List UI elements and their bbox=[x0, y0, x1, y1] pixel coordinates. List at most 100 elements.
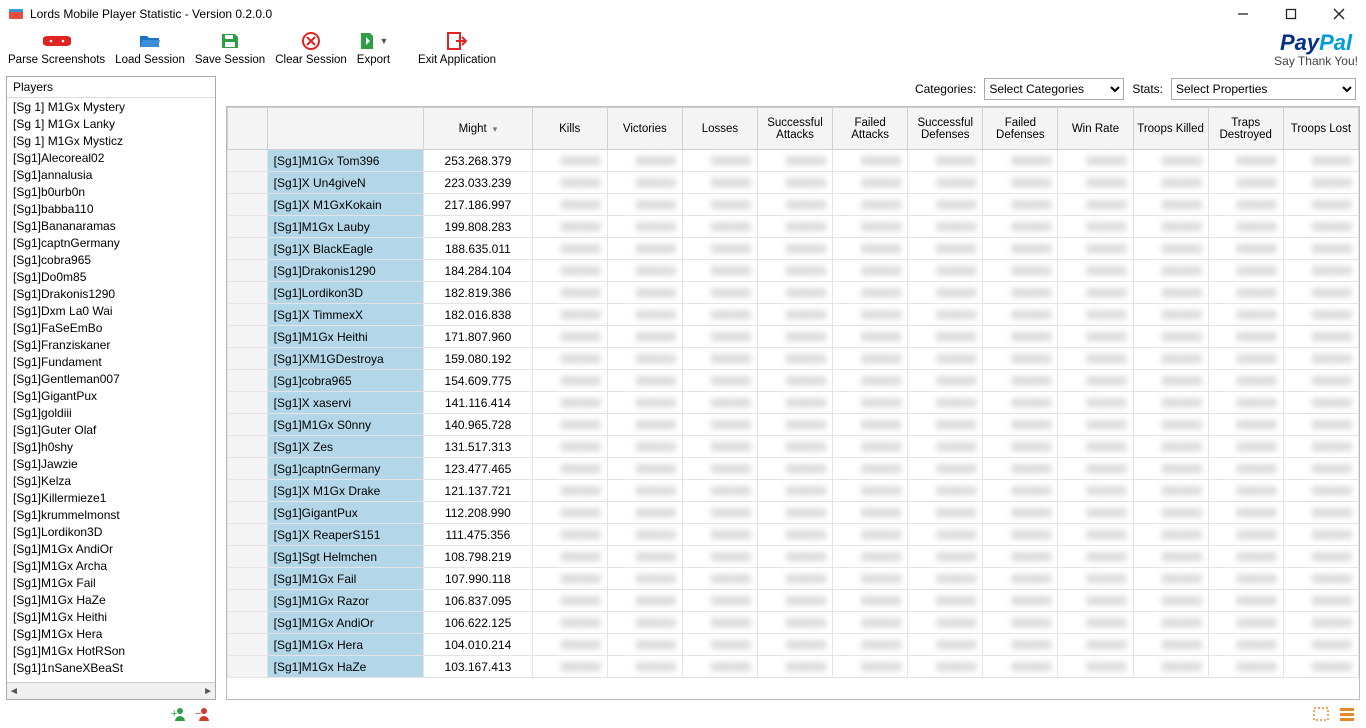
players-hscroll[interactable]: ◄► bbox=[7, 682, 215, 699]
list-item[interactable]: [Sg1]Kelza bbox=[7, 472, 215, 489]
player-name-cell[interactable]: [Sg1]XM1GDestroya bbox=[267, 348, 424, 370]
table-row[interactable]: [Sg1]M1Gx Tom396253.268.3790000000000000… bbox=[228, 150, 1359, 172]
player-name-cell[interactable]: [Sg1]M1Gx Hera bbox=[267, 634, 424, 656]
stats-select[interactable]: Select Properties bbox=[1171, 78, 1356, 100]
player-name-cell[interactable]: [Sg1]M1Gx Tom396 bbox=[267, 150, 424, 172]
list-item[interactable]: [Sg1]M1Gx HotRSon bbox=[7, 642, 215, 659]
column-header[interactable]: Troops Lost bbox=[1283, 108, 1358, 150]
column-header[interactable]: Failed Defenses bbox=[983, 108, 1058, 150]
list-item[interactable]: [Sg 1] M1Gx Mysticz bbox=[7, 132, 215, 149]
list-item[interactable]: [Sg1]goldiii bbox=[7, 404, 215, 421]
exit-application-button[interactable]: Exit Application bbox=[418, 30, 496, 66]
column-header[interactable]: Successful Defenses bbox=[908, 108, 983, 150]
table-row[interactable]: [Sg1]X ReaperS151111.475.356000000000000… bbox=[228, 524, 1359, 546]
column-header[interactable]: Win Rate bbox=[1058, 108, 1133, 150]
player-name-cell[interactable]: [Sg1]X xaservi bbox=[267, 392, 424, 414]
list-item[interactable]: [Sg 1] M1Gx Lanky bbox=[7, 115, 215, 132]
list-item[interactable]: [Sg1]M1Gx HaZe bbox=[7, 591, 215, 608]
list-item[interactable]: [Sg1]FaSeEmBo bbox=[7, 319, 215, 336]
column-header[interactable]: Kills bbox=[532, 108, 607, 150]
table-row[interactable]: [Sg1]M1Gx HaZe103.167.413000000000000000… bbox=[228, 656, 1359, 678]
table-row[interactable]: [Sg1]X TimmexX182.016.838000000000000000… bbox=[228, 304, 1359, 326]
select-area-icon[interactable] bbox=[1312, 706, 1330, 722]
list-item[interactable]: [Sg1]Bananaramas bbox=[7, 217, 215, 234]
player-name-cell[interactable]: [Sg1]GigantPux bbox=[267, 502, 424, 524]
list-item[interactable]: [Sg1]Killermieze1 bbox=[7, 489, 215, 506]
window-minimize[interactable] bbox=[1228, 4, 1258, 24]
table-row[interactable]: [Sg1]M1Gx Fail107.990.118000000000000000… bbox=[228, 568, 1359, 590]
table-row[interactable]: [Sg1]Sgt Helmchen108.798.219000000000000… bbox=[228, 546, 1359, 568]
player-name-cell[interactable]: [Sg1]cobra965 bbox=[267, 370, 424, 392]
list-item[interactable]: [Sg1]h0shy bbox=[7, 438, 215, 455]
list-item[interactable]: [Sg1]Dxm La0 Wai bbox=[7, 302, 215, 319]
list-item[interactable]: [Sg1]Alecoreal02 bbox=[7, 149, 215, 166]
window-maximize[interactable] bbox=[1276, 4, 1306, 24]
clear-session-button[interactable]: Clear Session bbox=[275, 30, 347, 66]
player-name-cell[interactable]: [Sg1]X ReaperS151 bbox=[267, 524, 424, 546]
window-close[interactable] bbox=[1324, 4, 1354, 24]
table-row[interactable]: [Sg1]GigantPux112.208.990000000000000000… bbox=[228, 502, 1359, 524]
list-view-icon[interactable] bbox=[1338, 706, 1356, 722]
list-item[interactable]: [Sg1]krummelmonst bbox=[7, 506, 215, 523]
paypal-thankyou[interactable]: PayPal Say Thank You! bbox=[1274, 30, 1358, 68]
list-item[interactable]: [Sg1]Drakonis1290 bbox=[7, 285, 215, 302]
player-name-cell[interactable]: [Sg1]X Un4giveN bbox=[267, 172, 424, 194]
list-item[interactable]: [Sg1]M1Gx Fail bbox=[7, 574, 215, 591]
player-name-cell[interactable]: [Sg1]captnGermany bbox=[267, 458, 424, 480]
player-name-cell[interactable]: [Sg1]X BlackEagle bbox=[267, 238, 424, 260]
load-session-button[interactable]: Load Session bbox=[115, 30, 185, 66]
table-row[interactable]: [Sg1]X xaservi141.116.414000000000000000… bbox=[228, 392, 1359, 414]
column-header[interactable] bbox=[228, 108, 268, 150]
list-item[interactable]: [Sg1]Franziskaner bbox=[7, 336, 215, 353]
list-item[interactable]: [Sg1]Do0m85 bbox=[7, 268, 215, 285]
player-name-cell[interactable]: [Sg1]Sgt Helmchen bbox=[267, 546, 424, 568]
list-item[interactable]: [Sg1]1nSaneXBeaSt bbox=[7, 659, 215, 676]
data-grid[interactable]: Might▾KillsVictoriesLossesSuccessful Att… bbox=[226, 106, 1360, 700]
list-item[interactable]: [Sg1]Gentleman007 bbox=[7, 370, 215, 387]
table-row[interactable]: [Sg1]M1Gx Heithi171.807.9600000000000000… bbox=[228, 326, 1359, 348]
save-session-button[interactable]: Save Session bbox=[195, 30, 265, 66]
player-name-cell[interactable]: [Sg1]M1Gx AndiOr bbox=[267, 612, 424, 634]
list-item[interactable]: [Sg1]Fundament bbox=[7, 353, 215, 370]
table-row[interactable]: [Sg1]Lordikon3D182.819.38600000000000000… bbox=[228, 282, 1359, 304]
player-name-cell[interactable]: [Sg1]M1Gx S0nny bbox=[267, 414, 424, 436]
list-item[interactable]: [Sg1]captnGermany bbox=[7, 234, 215, 251]
table-row[interactable]: [Sg1]X M1GxKokain217.186.997000000000000… bbox=[228, 194, 1359, 216]
categories-select[interactable]: Select Categories bbox=[984, 78, 1124, 100]
add-user-icon[interactable]: + bbox=[170, 706, 188, 722]
list-item[interactable]: [Sg1]babba110 bbox=[7, 200, 215, 217]
list-item[interactable]: [Sg1]Guter Olaf bbox=[7, 421, 215, 438]
list-item[interactable]: [Sg1]GigantPux bbox=[7, 387, 215, 404]
column-header[interactable]: Victories bbox=[607, 108, 682, 150]
table-row[interactable]: [Sg1]M1Gx Hera104.010.214000000000000000… bbox=[228, 634, 1359, 656]
table-row[interactable]: [Sg1]X Un4giveN223.033.23900000000000000… bbox=[228, 172, 1359, 194]
table-row[interactable]: [Sg1]M1Gx AndiOr106.622.1250000000000000… bbox=[228, 612, 1359, 634]
list-item[interactable]: [Sg 1] M1Gx Mystery bbox=[7, 98, 215, 115]
column-header[interactable]: Successful Attacks bbox=[757, 108, 832, 150]
list-item[interactable]: [Sg1]M1Gx AndiOr bbox=[7, 540, 215, 557]
player-name-cell[interactable]: [Sg1]X M1GxKokain bbox=[267, 194, 424, 216]
player-name-cell[interactable]: [Sg1]X TimmexX bbox=[267, 304, 424, 326]
table-row[interactable]: [Sg1]X Zes131.517.3130000000000000000000… bbox=[228, 436, 1359, 458]
player-name-cell[interactable]: [Sg1]M1Gx Fail bbox=[267, 568, 424, 590]
list-item[interactable]: [Sg1]M1Gx Hera bbox=[7, 625, 215, 642]
column-header[interactable]: Failed Attacks bbox=[833, 108, 908, 150]
remove-user-icon[interactable]: − bbox=[194, 706, 212, 722]
player-name-cell[interactable]: [Sg1]X M1Gx Drake bbox=[267, 480, 424, 502]
list-item[interactable]: [Sg1]M1Gx Heithi bbox=[7, 608, 215, 625]
table-row[interactable]: [Sg1]cobra965154.609.7750000000000000000… bbox=[228, 370, 1359, 392]
player-name-cell[interactable]: [Sg1]Drakonis1290 bbox=[267, 260, 424, 282]
list-item[interactable]: [Sg1]cobra965 bbox=[7, 251, 215, 268]
column-header[interactable]: Losses bbox=[682, 108, 757, 150]
player-name-cell[interactable]: [Sg1]X Zes bbox=[267, 436, 424, 458]
table-row[interactable]: [Sg1]X M1Gx Drake121.137.721000000000000… bbox=[228, 480, 1359, 502]
list-item[interactable]: [Sg1]Jawzie bbox=[7, 455, 215, 472]
chevron-down-icon[interactable]: ▼ bbox=[379, 36, 388, 46]
player-name-cell[interactable]: [Sg1]Lordikon3D bbox=[267, 282, 424, 304]
column-header[interactable]: Might▾ bbox=[424, 108, 533, 150]
column-header[interactable]: Traps Destroyed bbox=[1208, 108, 1283, 150]
players-list[interactable]: [Sg 1] M1Gx Mystery[Sg 1] M1Gx Lanky[Sg … bbox=[7, 98, 215, 682]
export-button[interactable]: ▼ Export bbox=[357, 30, 390, 66]
column-header[interactable] bbox=[267, 108, 424, 150]
player-name-cell[interactable]: [Sg1]M1Gx HaZe bbox=[267, 656, 424, 678]
